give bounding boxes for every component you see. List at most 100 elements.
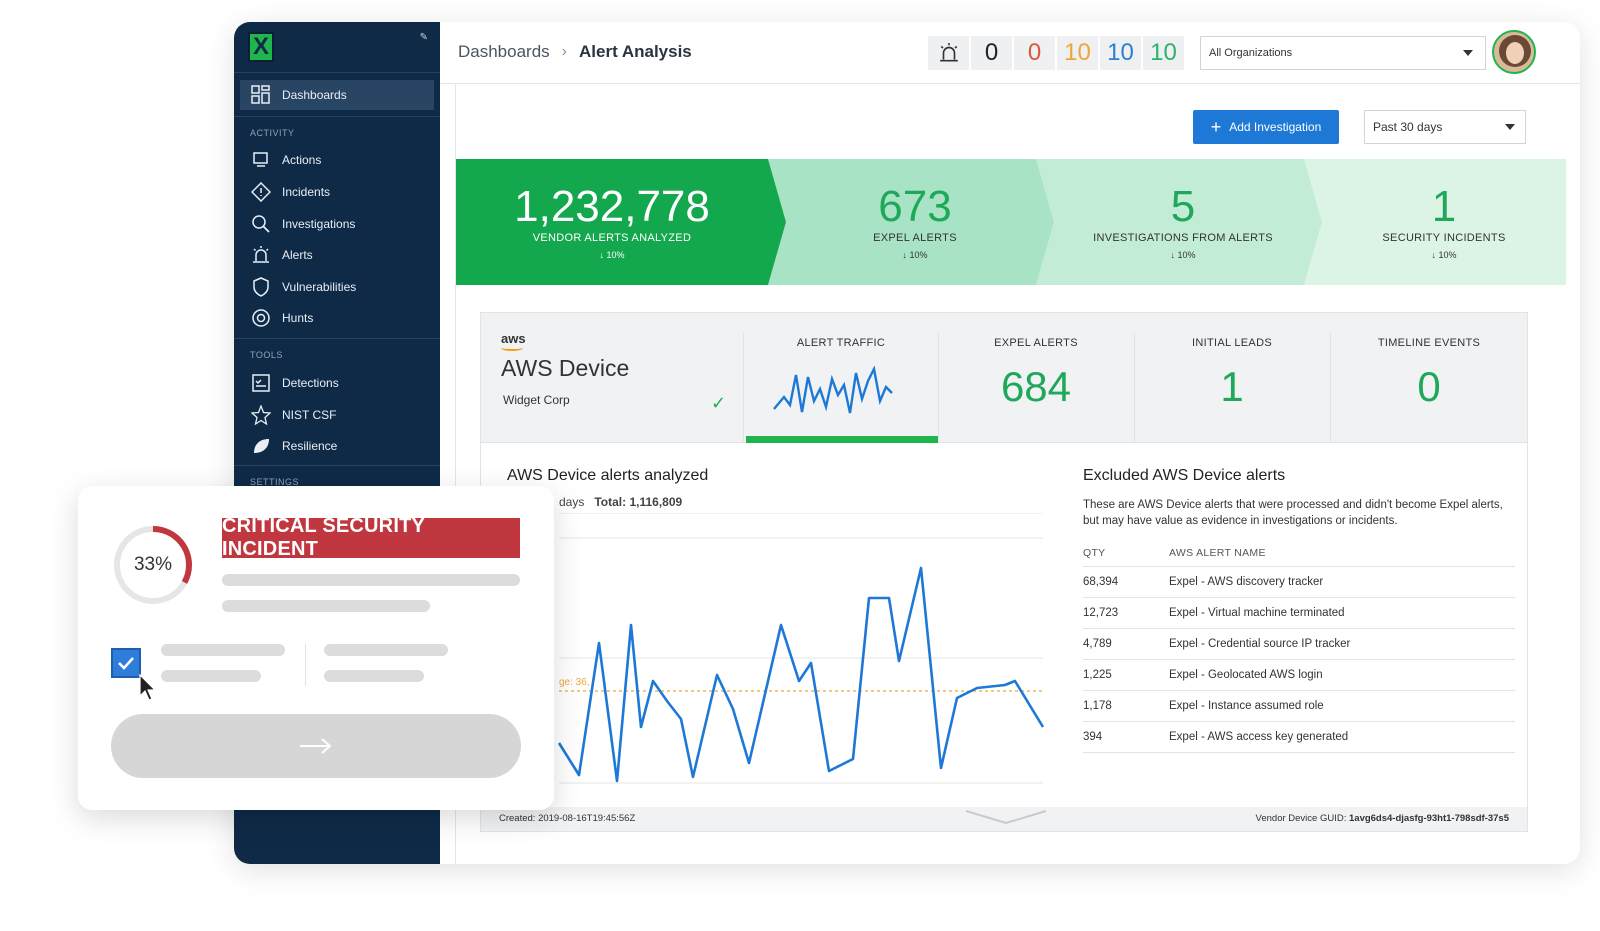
- vulnerability-shield-icon: [250, 276, 272, 298]
- funnel-change: ↓ 10%: [1431, 250, 1457, 260]
- sidebar-item-alerts[interactable]: Alerts: [240, 240, 434, 270]
- sidebar-item-actions[interactable]: Actions: [240, 145, 434, 175]
- expel-logo[interactable]: X: [248, 32, 274, 62]
- date-range-select[interactable]: Past 30 days: [1364, 110, 1526, 144]
- sidebar-item-nist-csf[interactable]: NIST CSF: [240, 400, 434, 430]
- table-header: QTY AWS ALERT NAME: [1083, 539, 1515, 567]
- chevron-down-icon[interactable]: [961, 807, 1051, 827]
- chevron-right-icon: ›: [561, 43, 567, 60]
- counter-value[interactable]: 10: [1143, 36, 1186, 70]
- check-icon: ✓: [711, 393, 727, 413]
- funnel-change: ↓ 10%: [599, 250, 625, 260]
- table-row[interactable]: 12,723 Expel - Virtual machine terminated: [1083, 598, 1515, 629]
- aws-logo: aws: [501, 331, 526, 346]
- device-card: aws AWS Device Widget Corp ✓ ALERT TRAFF…: [480, 312, 1528, 832]
- page-title: Alert Analysis: [579, 42, 692, 61]
- sidebar-item-label: Incidents: [282, 185, 331, 199]
- progress-text: 33%: [133, 554, 173, 575]
- alert-siren-icon: [250, 244, 272, 266]
- sidebar-item-incidents[interactable]: Incidents: [240, 177, 434, 207]
- alerts-line-chart: ge: 36,: [557, 513, 1045, 784]
- critical-incident-badge: CRITICAL SECURITY INCIDENT: [222, 515, 520, 560]
- investigations-magnifier-icon: [250, 213, 272, 235]
- breadcrumb-dashboards[interactable]: Dashboards: [458, 42, 550, 62]
- metric-timeline-events[interactable]: TIMELINE EVENTS 0: [1330, 333, 1527, 443]
- alert-funnel: 1,232,778 VENDOR ALERTS ANALYZED ↓ 10% 6…: [456, 159, 1566, 285]
- breadcrumb: Dashboards › Alert Analysis: [458, 42, 692, 62]
- sidebar-item-hunts[interactable]: Hunts: [240, 303, 434, 333]
- vendor-device-guid: Vendor Device GUID: 1avg6ds4-djasfg-93ht…: [1255, 813, 1509, 824]
- metric-alert-traffic[interactable]: ALERT TRAFFIC: [743, 333, 939, 443]
- arrow-right-icon: [300, 738, 332, 754]
- chevron-down-icon: [1505, 124, 1515, 130]
- divider: [305, 644, 306, 686]
- chevron-down-icon: [1463, 50, 1473, 56]
- sidebar-divider: [234, 116, 440, 117]
- placeholder-line: [222, 574, 520, 586]
- placeholder-line: [324, 670, 424, 682]
- header: Dashboards › Alert Analysis 0 0 10 10 10…: [440, 22, 1580, 84]
- pin-icon[interactable]: ✎: [420, 32, 428, 43]
- sidebar-item-vulnerabilities[interactable]: Vulnerabilities: [240, 272, 434, 302]
- checkmark-icon: [118, 657, 134, 670]
- excluded-alerts-title: Excluded AWS Device alerts: [1083, 467, 1286, 484]
- organization-select[interactable]: All Organizations: [1200, 36, 1486, 70]
- excluded-alerts-table: QTY AWS ALERT NAME 68,394 Expel - AWS dis…: [1083, 539, 1515, 753]
- excluded-alerts-description: These are AWS Device alerts that were pr…: [1083, 499, 1503, 527]
- sidebar-item-dashboards[interactable]: Dashboards: [240, 80, 434, 110]
- metric-expel-alerts[interactable]: EXPEL ALERTS 684: [938, 333, 1133, 443]
- funnel-stat-vendor-alerts[interactable]: 1,232,778 VENDOR ALERTS ANALYZED ↓ 10%: [456, 159, 768, 285]
- siren-icon[interactable]: [928, 36, 971, 70]
- hunts-target-icon: [250, 307, 272, 329]
- table-row[interactable]: 394 Expel - AWS access key generated: [1083, 722, 1515, 753]
- chart-title: AWS Device alerts analyzed: [507, 467, 709, 484]
- funnel-stat-expel-alerts[interactable]: 673 EXPEL ALERTS ↓ 10%: [786, 159, 1044, 285]
- placeholder-line: [324, 644, 448, 656]
- table-row[interactable]: 1,225 Expel - Geolocated AWS login: [1083, 660, 1515, 691]
- table-row[interactable]: 1,178 Expel - Instance assumed role: [1083, 691, 1515, 722]
- sidebar-item-label: Dashboards: [282, 88, 347, 102]
- funnel-change: ↓ 10%: [902, 250, 928, 260]
- table-row[interactable]: 68,394 Expel - AWS discovery tracker: [1083, 567, 1515, 598]
- alert-traffic-sparkline: [773, 365, 893, 414]
- sidebar-divider: [234, 338, 440, 339]
- counter-value[interactable]: 0: [1014, 36, 1057, 70]
- average-label: ge: 36,: [559, 677, 590, 688]
- aws-logo-smile: [501, 345, 523, 351]
- funnel-stat-investigations[interactable]: 5 INVESTIGATIONS FROM ALERTS ↓ 10%: [1054, 159, 1312, 285]
- sidebar-item-investigations[interactable]: Investigations: [240, 209, 434, 239]
- sidebar-item-label: Investigations: [282, 217, 356, 231]
- device-footer: Created: 2019-08-16T19:45:56Z Vendor Dev…: [481, 807, 1527, 831]
- funnel-stat-security-incidents[interactable]: 1 SECURITY INCIDENTS ↓ 10%: [1322, 159, 1566, 285]
- placeholder-line: [161, 670, 261, 682]
- mouse-cursor-icon: [139, 673, 157, 701]
- sidebar-item-label: Hunts: [282, 311, 314, 325]
- metric-initial-leads[interactable]: INITIAL LEADS 1: [1134, 333, 1329, 443]
- counter-value[interactable]: 10: [1057, 36, 1100, 70]
- main-panel: + Add Investigation Past 30 days 1,232,7…: [455, 84, 1566, 864]
- sidebar-item-label: Resilience: [282, 439, 338, 453]
- incident-overlay-card: 33% CRITICAL SECURITY INCIDENT: [78, 486, 554, 810]
- add-investigation-button[interactable]: + Add Investigation: [1193, 110, 1339, 144]
- created-timestamp: Created: 2019-08-16T19:45:56Z: [499, 813, 636, 824]
- sidebar-item-resilience[interactable]: Resilience: [240, 431, 434, 461]
- sidebar-section-activity: ACTIVITY: [250, 128, 295, 138]
- avatar[interactable]: [1492, 30, 1536, 74]
- organization-select-value: All Organizations: [1209, 47, 1293, 59]
- sidebar-section-tools: TOOLS: [250, 350, 283, 360]
- sidebar-item-detections[interactable]: Detections: [240, 368, 434, 398]
- device-org: Widget Corp: [503, 393, 570, 407]
- sidebar-item-label: Actions: [282, 153, 322, 167]
- alert-counters: 0 0 10 10 10: [928, 36, 1186, 70]
- funnel-change: ↓ 10%: [1170, 250, 1196, 260]
- counter-value[interactable]: 10: [1100, 36, 1143, 70]
- device-name: AWS Device: [501, 355, 630, 381]
- device-summary: aws AWS Device Widget Corp ✓ ALERT TRAFF…: [481, 313, 1527, 443]
- proceed-button[interactable]: [111, 714, 521, 778]
- counter-value[interactable]: 0: [971, 36, 1014, 70]
- sidebar-item-label: Vulnerabilities: [282, 280, 357, 294]
- dashboard-grid-icon: [250, 84, 272, 106]
- placeholder-line: [222, 600, 430, 612]
- actions-icon: [250, 149, 272, 171]
- table-row[interactable]: 4,789 Expel - Credential source IP tracke…: [1083, 629, 1515, 660]
